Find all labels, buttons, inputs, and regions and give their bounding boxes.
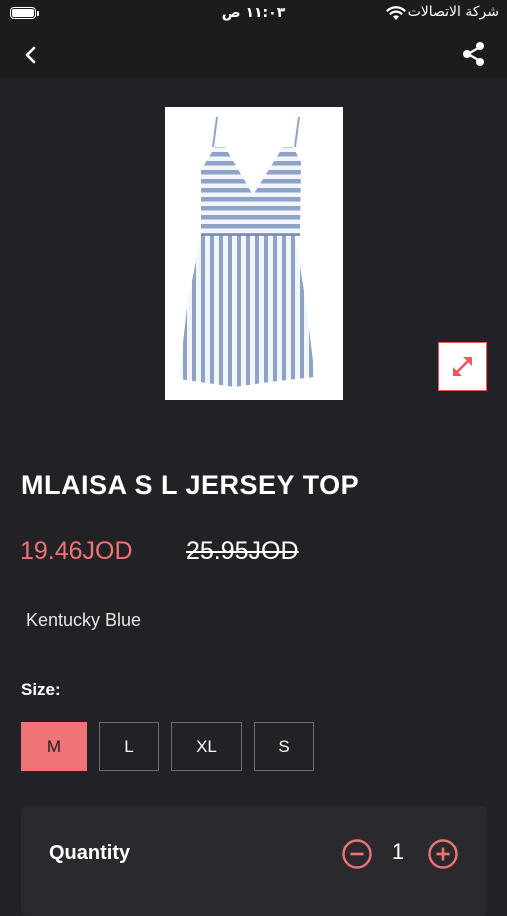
share-button[interactable] [459, 39, 489, 69]
decrease-quantity-button[interactable] [341, 838, 373, 870]
product-image[interactable] [165, 107, 343, 400]
increase-quantity-button[interactable] [427, 838, 459, 870]
original-price: 25.95JOD [186, 537, 299, 565]
status-bar: ١١:٠٣ ص شركة الاتصالات [0, 0, 507, 30]
wifi-icon [386, 6, 406, 20]
size-option-l[interactable]: L [99, 722, 159, 771]
striped-dress-image [179, 116, 315, 387]
plus-circle-icon [428, 839, 458, 869]
carrier-name: شركة الاتصالات [407, 4, 499, 20]
minus-circle-icon [342, 839, 372, 869]
expand-image-button[interactable] [438, 342, 487, 391]
sale-price: 19.46JOD [20, 537, 133, 565]
chevron-left-icon [25, 46, 36, 64]
size-option-m[interactable]: M [21, 722, 87, 771]
back-button[interactable] [16, 40, 46, 70]
nav-bar [0, 30, 507, 78]
quantity-label: Quantity [49, 842, 131, 864]
size-label: Size: [21, 680, 61, 699]
color-name: Kentucky Blue [26, 610, 142, 630]
size-option-xl[interactable]: XL [171, 722, 242, 771]
quantity-value: 1 [391, 839, 405, 864]
expand-arrows-icon [453, 357, 472, 376]
product-title: MLAISA S L JERSEY TOP [21, 470, 360, 500]
size-option-s[interactable]: S [254, 722, 314, 771]
share-icon [463, 42, 484, 66]
